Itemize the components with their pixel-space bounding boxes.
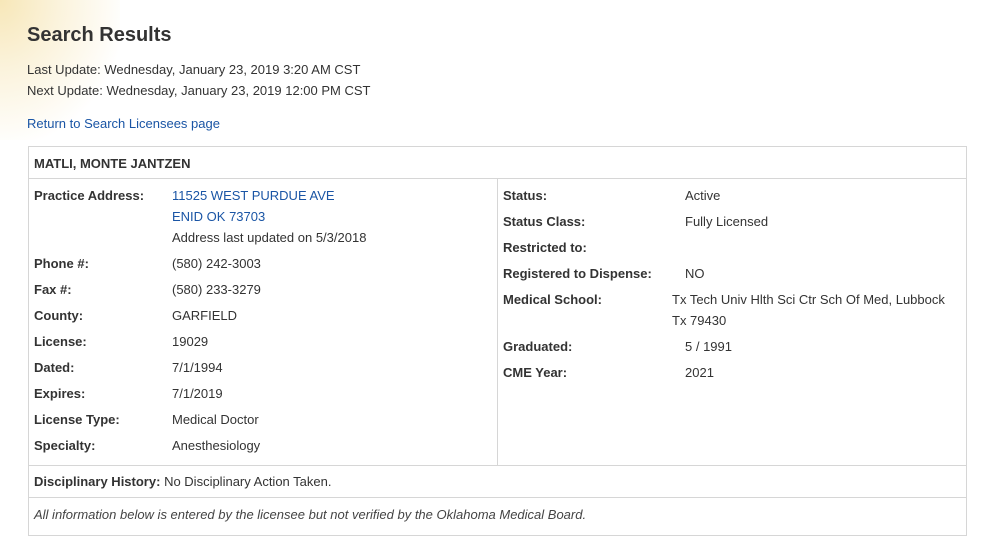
disciplinary-value: No Disciplinary Action Taken. xyxy=(164,474,332,489)
phone-label: Phone #: xyxy=(34,256,89,271)
address-line1[interactable]: 11525 WEST PURDUE AVE xyxy=(172,188,335,203)
graduated-label: Graduated: xyxy=(503,339,573,354)
dated-value: 7/1/1994 xyxy=(172,360,223,375)
medical-school-label: Medical School: xyxy=(503,292,602,307)
page-title: Search Results xyxy=(27,24,172,46)
address-updated: Address last updated on 5/3/2018 xyxy=(172,230,367,245)
medical-school-line2: Tx 79430 xyxy=(672,313,727,328)
disciplinary-label: Disciplinary History: xyxy=(34,474,161,489)
medical-school-line1: Tx Tech Univ Hlth Sci Ctr Sch Of Med, Lu… xyxy=(672,292,945,307)
licensee-card: MATLI, MONTE JANTZEN Practice Address: 1… xyxy=(28,146,967,536)
status-class-value: Fully Licensed xyxy=(685,214,769,229)
fax-label: Fax #: xyxy=(34,282,72,297)
dispense-label: Registered to Dispense: xyxy=(503,266,652,281)
license-value: 19029 xyxy=(172,334,209,349)
section-divider xyxy=(29,465,966,466)
status-class-label: Status Class: xyxy=(503,214,586,229)
license-label: License: xyxy=(34,334,87,349)
license-type-label: License Type: xyxy=(34,412,120,427)
verification-note: All information below is entered by the … xyxy=(34,507,587,522)
fax-value: (580) 233-3279 xyxy=(172,282,261,297)
cme-year-label: CME Year: xyxy=(503,365,568,380)
column-divider xyxy=(497,179,498,465)
status-label: Status: xyxy=(503,188,548,203)
status-value: Active xyxy=(685,188,721,203)
county-label: County: xyxy=(34,308,84,323)
phone-value: (580) 242-3003 xyxy=(172,256,261,271)
last-update: Last Update: Wednesday, January 23, 2019… xyxy=(27,62,361,77)
address-line2[interactable]: ENID OK 73703 xyxy=(172,209,265,224)
cme-year-value: 2021 xyxy=(685,365,714,380)
licensee-name-row: MATLI, MONTE JANTZEN xyxy=(29,147,966,179)
next-update: Next Update: Wednesday, January 23, 2019… xyxy=(27,83,371,98)
return-search-link[interactable]: Return to Search Licensees page xyxy=(27,116,220,131)
practice-address-label: Practice Address: xyxy=(34,188,145,203)
expires-value: 7/1/2019 xyxy=(172,386,223,401)
county-value: GARFIELD xyxy=(172,308,238,323)
license-type-value: Medical Doctor xyxy=(172,412,259,427)
expires-label: Expires: xyxy=(34,386,86,401)
dispense-value: NO xyxy=(685,266,705,281)
specialty-label: Specialty: xyxy=(34,438,96,453)
licensee-name: MATLI, MONTE JANTZEN xyxy=(34,156,191,171)
restricted-label: Restricted to: xyxy=(503,240,587,255)
note-divider xyxy=(29,497,966,498)
graduated-value: 5 / 1991 xyxy=(685,339,732,354)
dated-label: Dated: xyxy=(34,360,75,375)
specialty-value: Anesthesiology xyxy=(172,438,261,453)
disciplinary-row: Disciplinary History: No Disciplinary Ac… xyxy=(34,474,331,489)
